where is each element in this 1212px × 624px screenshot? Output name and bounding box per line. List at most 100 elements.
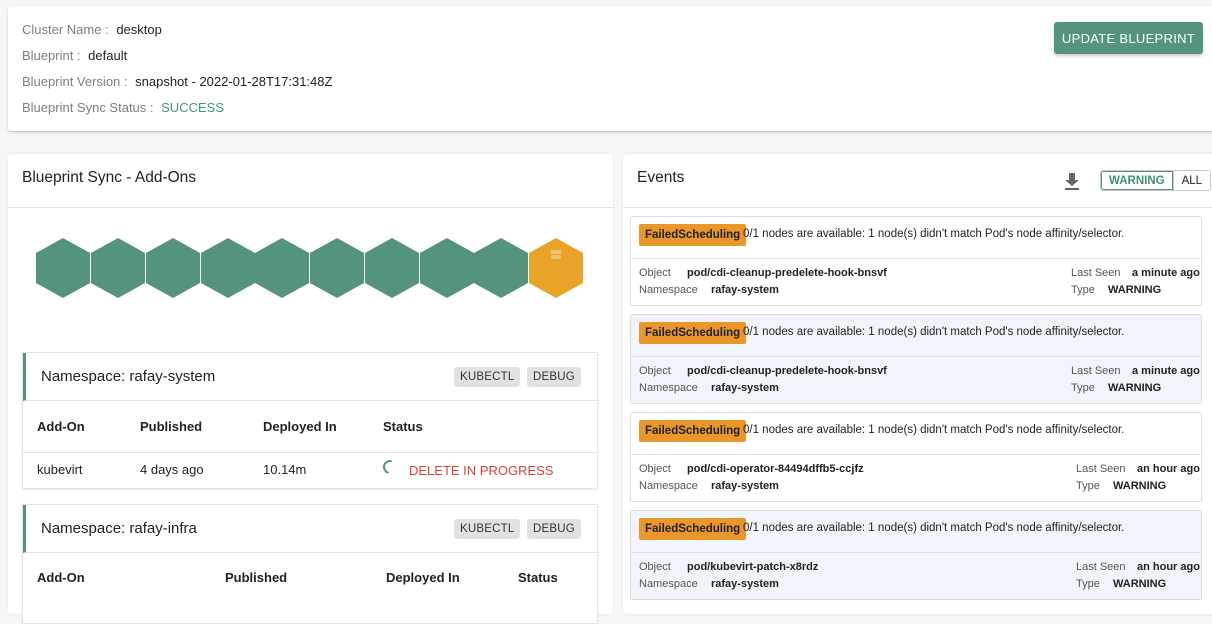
last-seen-label: Last Seen [1076,463,1126,475]
event-message: 0/1 nodes are available: 1 node(s) didn'… [743,326,1125,338]
event-item: FailedScheduling 0/1 nodes are available… [630,412,1202,502]
type-label: Type [1076,578,1100,590]
addons-panel-title: Blueprint Sync - Add-Ons [22,169,197,186]
object-label: Object [639,267,671,279]
last-seen-label: Last Seen [1071,267,1121,279]
event-filter-toggle: WARNING ALL [1100,170,1212,191]
column-header-status: Status [518,570,558,585]
event-namespace: rafay-system [711,382,779,394]
events-panel-header: Events WARNING ALL [623,154,1212,208]
event-last-seen: an hour ago [1137,463,1200,475]
object-label: Object [639,365,671,377]
events-panel: Events WARNING ALL FailedScheduling 0/1 … [623,154,1212,614]
column-header-deployed-in: Deployed In [386,570,460,585]
sync-status-label: Blueprint Sync Status : [22,100,154,115]
addon-hexagon[interactable] [255,238,309,298]
column-header-published: Published [140,419,203,434]
event-type: WARNING [1113,578,1167,590]
addon-deployed-in: 10.14m [263,462,307,477]
events-panel-title: Events [637,169,685,186]
addons-panel-header: Blueprint Sync - Add-Ons [8,154,613,208]
addon-published: 4 days ago [140,462,204,477]
blueprint-version-row: Blueprint Version : snapshot - 2022-01-2… [22,74,332,89]
blueprint-value: default [88,48,128,63]
cluster-name-value: desktop [116,22,162,37]
event-object: pod/cdi-cleanup-predelete-hook-bnsvf [687,365,887,377]
sync-status-value: SUCCESS [161,100,224,115]
kubectl-button[interactable]: KUBECTL [454,367,521,387]
row-divider [23,452,597,453]
event-message: 0/1 nodes are available: 1 node(s) didn'… [743,424,1125,436]
event-type: WARNING [1113,480,1167,492]
cluster-name-label: Cluster Name : [22,22,109,37]
addon-hexagon[interactable] [420,238,474,298]
filter-warning-button[interactable]: WARNING [1101,171,1173,190]
blueprint-version-value: snapshot - 2022-01-28T17:31:48Z [135,74,333,89]
addon-hexagon[interactable] [201,238,255,298]
download-icon[interactable] [1064,172,1080,190]
column-header-addon: Add-On [37,570,85,585]
namespace-label: Namespace [639,284,698,296]
addon-hexagon[interactable] [91,238,145,298]
debug-button[interactable]: DEBUG [527,519,581,539]
namespace-title: Namespace: rafay-system [41,368,216,385]
namespace-card-rafay-infra: Namespace: rafay-infra KUBECTL DEBUG Add… [22,504,598,624]
object-label: Object [639,561,671,573]
cluster-info-card: Cluster Name : desktop Blueprint : defau… [8,6,1212,132]
addons-panel: Blueprint Sync - Add-Ons Namespace: rafa… [8,154,613,624]
blueprint-label: Blueprint : [22,48,81,63]
column-header-deployed-in: Deployed In [263,419,337,434]
event-item: FailedScheduling 0/1 nodes are available… [630,510,1202,600]
blueprint-row: Blueprint : default [22,48,127,63]
column-header-status: Status [383,419,423,434]
cluster-name-row: Cluster Name : desktop [22,22,162,37]
namespace-title: Namespace: rafay-infra [41,520,197,537]
last-seen-label: Last Seen [1076,561,1126,573]
filter-all-button[interactable]: ALL [1172,171,1211,190]
kubectl-button[interactable]: KUBECTL [454,519,521,539]
event-object: pod/kubevirt-patch-x8rdz [687,561,819,573]
event-last-seen: a minute ago [1132,365,1200,377]
event-last-seen: a minute ago [1132,267,1200,279]
sync-status-row: Blueprint Sync Status : SUCCESS [22,100,224,115]
event-message: 0/1 nodes are available: 1 node(s) didn'… [743,228,1125,240]
addon-hexagon[interactable] [310,238,364,298]
namespace-header: Namespace: rafay-infra KUBECTL DEBUG [23,505,597,553]
spinner-icon [380,457,400,477]
event-namespace: rafay-system [711,284,779,296]
addon-hexagon[interactable] [146,238,200,298]
event-reason-badge: FailedScheduling [639,518,747,540]
event-message: 0/1 nodes are available: 1 node(s) didn'… [743,522,1125,534]
object-label: Object [639,463,671,475]
update-blueprint-button[interactable]: UPDATE BLUEPRINT [1054,22,1203,54]
last-seen-label: Last Seen [1071,365,1121,377]
event-last-seen: an hour ago [1137,561,1200,573]
addon-hexagon-in-progress[interactable] [529,238,583,298]
event-object: pod/cdi-cleanup-predelete-hook-bnsvf [687,267,887,279]
addon-status: DELETE IN PROGRESS [409,463,554,478]
event-namespace: rafay-system [711,480,779,492]
event-type: WARNING [1108,382,1162,394]
type-label: Type [1071,284,1095,296]
event-object: pod/cdi-operator-84494dffb5-ccjfz [687,463,864,475]
event-reason-badge: FailedScheduling [639,224,747,246]
event-namespace: rafay-system [711,578,779,590]
namespace-card-rafay-system: Namespace: rafay-system KUBECTL DEBUG Ad… [22,352,598,489]
namespace-label: Namespace [639,578,698,590]
namespace-label: Namespace [639,382,698,394]
blueprint-version-label: Blueprint Version : [22,74,128,89]
addon-name: kubevirt [37,462,83,477]
type-label: Type [1076,480,1100,492]
event-item: FailedScheduling 0/1 nodes are available… [630,216,1202,306]
debug-button[interactable]: DEBUG [527,367,581,387]
event-item: FailedScheduling 0/1 nodes are available… [630,314,1202,404]
event-reason-badge: FailedScheduling [639,322,747,344]
server-icon [551,250,561,259]
column-header-published: Published [225,570,288,585]
addon-hexagon[interactable] [474,238,528,298]
addon-hexagon[interactable] [36,238,90,298]
addon-hexagon[interactable] [365,238,419,298]
event-reason-badge: FailedScheduling [639,420,747,442]
namespace-label: Namespace [639,480,698,492]
event-type: WARNING [1108,284,1162,296]
